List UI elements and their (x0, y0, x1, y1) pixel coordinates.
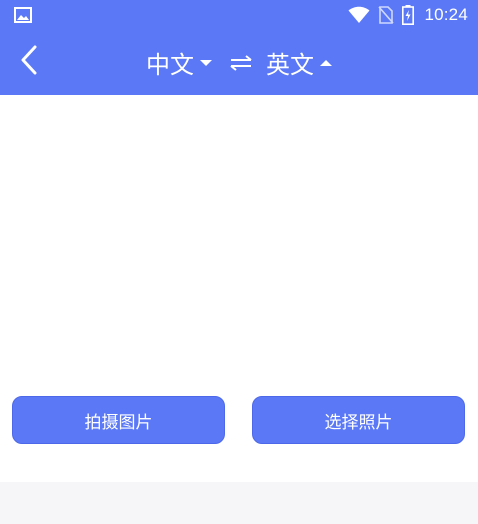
source-language-label: 中文 (146, 51, 194, 79)
swap-arrows-icon[interactable] (230, 54, 252, 71)
image-icon (14, 7, 32, 23)
bottom-panel (0, 482, 478, 524)
status-bar: 10:24 (0, 0, 478, 30)
caret-up-icon (320, 59, 332, 66)
no-sim-icon (378, 6, 395, 24)
source-language-selector[interactable]: 中文 (146, 45, 212, 80)
take-photo-button[interactable]: 拍摄图片 (12, 396, 225, 444)
toolbar: 中文 英文 (0, 30, 478, 95)
wifi-icon (348, 6, 370, 24)
status-icons: 10:24 (340, 4, 468, 26)
language-switcher: 中文 英文 (0, 30, 478, 95)
target-language-selector[interactable]: 英文 (266, 45, 332, 80)
status-time: 10:24 (424, 5, 468, 24)
caret-down-icon (200, 59, 212, 66)
battery-charging-icon (402, 5, 415, 25)
app-bar: 10:24 中文 英文 (0, 0, 478, 95)
target-language-label: 英文 (266, 51, 314, 79)
choose-photo-button[interactable]: 选择照片 (252, 396, 465, 444)
